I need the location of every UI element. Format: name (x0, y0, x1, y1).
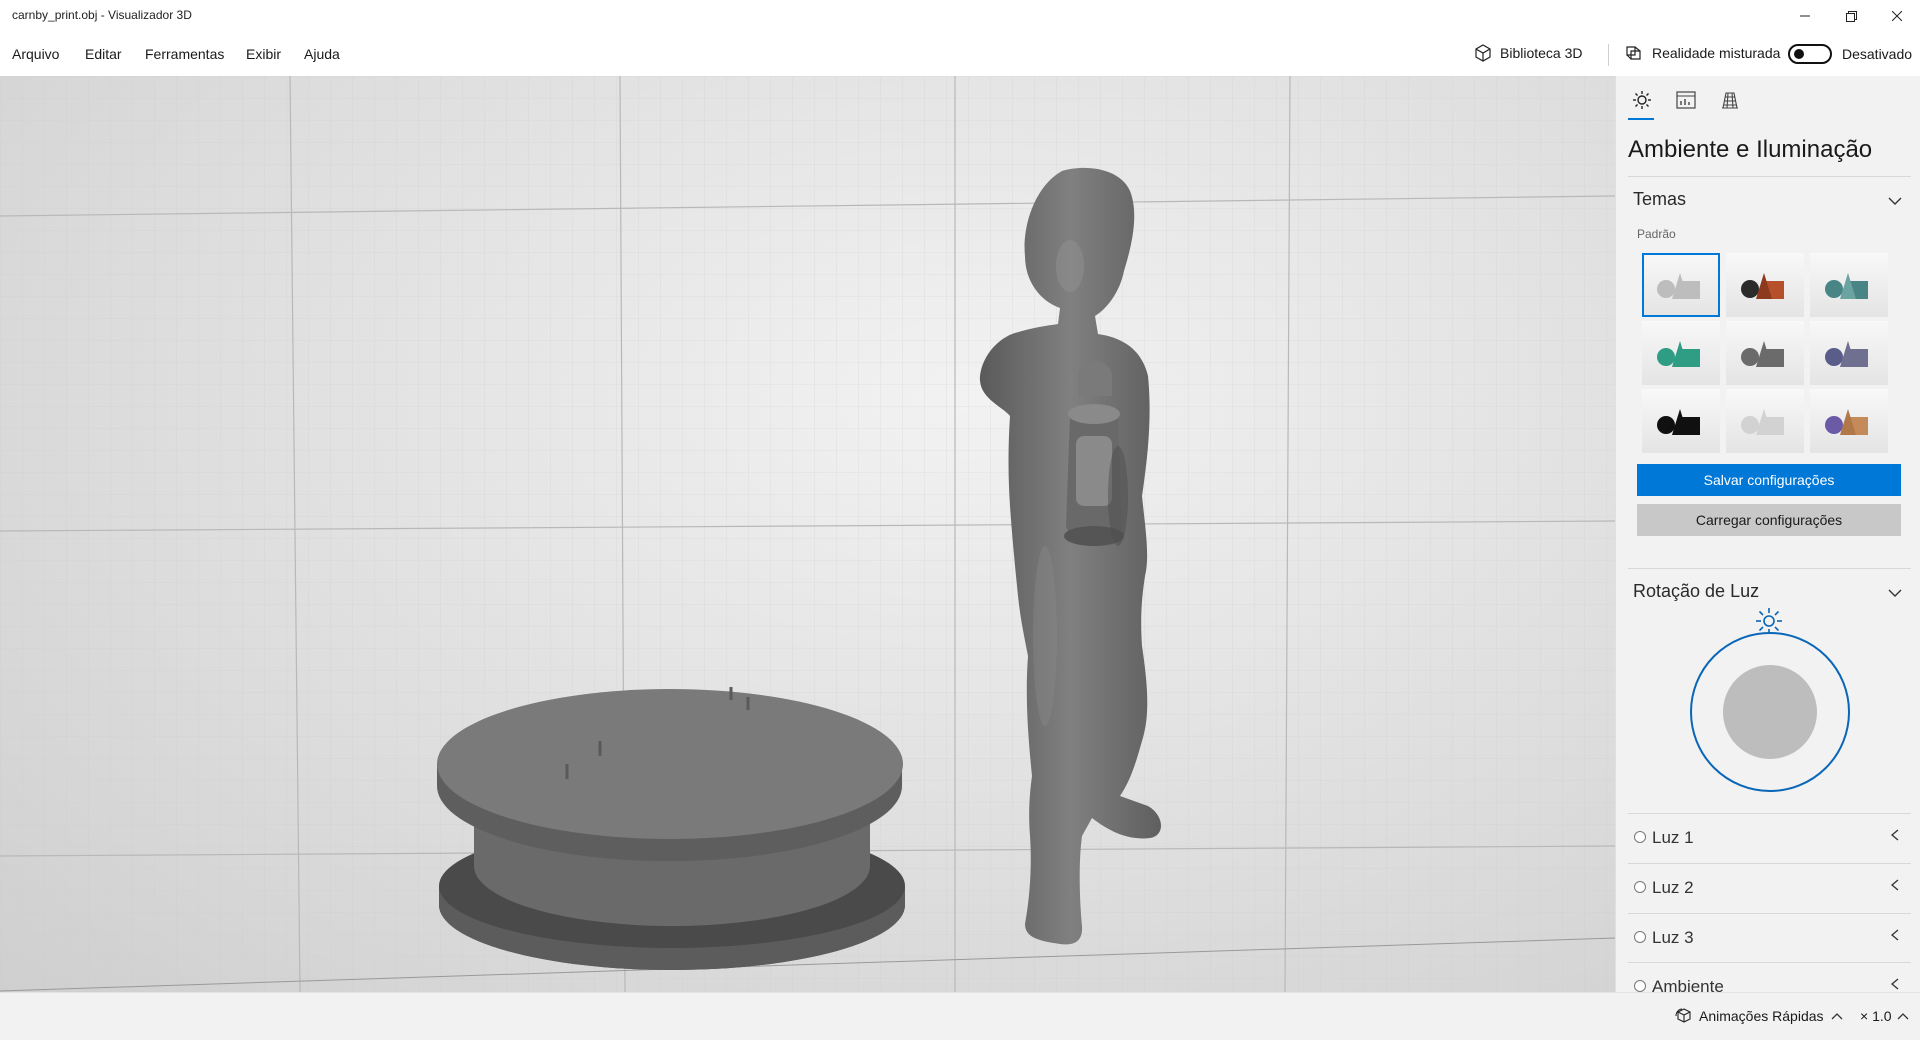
mixed-reality-toggle[interactable] (1788, 44, 1832, 64)
theme-swatch[interactable] (1642, 389, 1720, 453)
ambient-label: Ambiente (1652, 977, 1724, 992)
menu-arquivo[interactable]: Arquivo (12, 46, 59, 62)
environment-panel: Ambiente e Iluminação Temas Padrão Salva… (1615, 76, 1920, 992)
divider (1628, 568, 1911, 569)
minimize-icon (1800, 15, 1810, 17)
chevron-left-icon[interactable] (1888, 928, 1902, 942)
ambient-radio[interactable] (1634, 980, 1646, 992)
themes-sublabel: Padrão (1637, 227, 1676, 241)
mixed-reality-icon (1626, 46, 1641, 60)
menu-exibir[interactable]: Exibir (246, 46, 281, 62)
chevron-left-icon[interactable] (1888, 878, 1902, 892)
menu-ferramentas[interactable]: Ferramentas (145, 46, 224, 62)
toolbar-divider (1608, 44, 1609, 66)
minimize-button[interactable] (1782, 0, 1828, 32)
theme-grid (1642, 253, 1890, 453)
tab-environment[interactable] (1628, 86, 1656, 114)
animation-speed-button[interactable]: × 1.0 (1860, 1008, 1910, 1024)
mixed-reality-button[interactable]: Realidade misturada (1624, 44, 1780, 62)
theme-swatch[interactable] (1642, 253, 1720, 317)
animation-icon (1675, 1008, 1691, 1023)
theme-swatch[interactable] (1810, 321, 1888, 385)
load-settings-button[interactable]: Carregar configurações (1637, 504, 1901, 536)
chevron-down-icon[interactable] (1886, 192, 1904, 210)
window-title: carnby_print.obj - Visualizador 3D (12, 8, 192, 22)
save-settings-button[interactable]: Salvar configurações (1637, 464, 1901, 496)
light-2-label: Luz 2 (1652, 878, 1694, 897)
chevron-left-icon[interactable] (1888, 977, 1902, 991)
theme-preview-icon (1657, 409, 1700, 435)
theme-swatch[interactable] (1642, 321, 1720, 385)
menu-ajuda[interactable]: Ajuda (304, 46, 340, 62)
light-1-label: Luz 1 (1652, 828, 1694, 847)
light-rotation-section-header[interactable]: Rotação de Luz (1633, 581, 1759, 602)
theme-swatch[interactable] (1726, 321, 1804, 385)
light-1-radio[interactable] (1634, 831, 1646, 843)
restore-icon (1845, 10, 1857, 22)
theme-preview-icon (1657, 341, 1700, 367)
stats-icon (1676, 91, 1696, 109)
light-2-radio[interactable] (1634, 881, 1646, 893)
sun-icon (1633, 91, 1651, 109)
speed-label: × 1.0 (1860, 1008, 1892, 1024)
tab-stats[interactable] (1672, 86, 1700, 114)
theme-swatch[interactable] (1810, 389, 1888, 453)
theme-preview-icon (1741, 409, 1784, 435)
3d-viewport[interactable] (0, 76, 1615, 992)
light-row-3[interactable]: Luz 3 (1628, 913, 1911, 963)
theme-preview-icon (1825, 341, 1868, 367)
light-rotation-dial[interactable] (1690, 632, 1850, 792)
quick-animations-label: Animações Rápidas (1699, 1008, 1824, 1024)
close-button[interactable] (1874, 0, 1920, 32)
light-rotation-sphere (1723, 665, 1817, 759)
light-3-label: Luz 3 (1652, 928, 1694, 947)
theme-swatch[interactable] (1810, 253, 1888, 317)
chevron-up-icon (1831, 1013, 1842, 1020)
theme-preview-icon (1657, 273, 1700, 299)
tab-mesh[interactable] (1716, 86, 1744, 114)
themes-section-header[interactable]: Temas (1633, 189, 1686, 210)
restore-button[interactable] (1828, 0, 1874, 32)
toggle-knob (1794, 49, 1804, 59)
quick-animations-button[interactable]: Animações Rápidas (1675, 1008, 1850, 1024)
model-base (437, 687, 905, 970)
theme-swatch[interactable] (1726, 389, 1804, 453)
cube-icon (1475, 44, 1491, 62)
toggle-state-label: Desativado (1842, 46, 1913, 62)
status-bar: Animações Rápidas × 1.0 (0, 992, 1920, 1040)
scene-canvas (0, 76, 1615, 992)
theme-preview-icon (1825, 273, 1868, 299)
divider (1628, 176, 1911, 177)
mixed-reality-label: Realidade misturada (1652, 45, 1781, 61)
light-row-ambient[interactable]: Ambiente (1628, 962, 1911, 992)
close-icon (1892, 11, 1902, 21)
menu-editar[interactable]: Editar (85, 46, 122, 62)
light-3-radio[interactable] (1634, 931, 1646, 943)
title-bar: carnby_print.obj - Visualizador 3D (0, 0, 1920, 32)
chevron-down-icon[interactable] (1886, 584, 1904, 602)
light-row-1[interactable]: Luz 1 (1628, 813, 1911, 863)
menu-bar: Arquivo Editar Ferramentas Exibir Ajuda … (0, 32, 1920, 76)
library-3d-label: Biblioteca 3D (1500, 45, 1583, 61)
theme-preview-icon (1741, 341, 1784, 367)
active-tab-indicator (1628, 118, 1654, 120)
theme-preview-icon (1741, 273, 1784, 299)
panel-title: Ambiente e Iluminação (1628, 136, 1873, 163)
light-row-2[interactable]: Luz 2 (1628, 863, 1911, 913)
chevron-left-icon[interactable] (1888, 828, 1902, 842)
theme-preview-icon (1825, 409, 1868, 435)
library-3d-button[interactable]: Biblioteca 3D (1474, 44, 1583, 62)
theme-swatch[interactable] (1726, 253, 1804, 317)
grid-icon (1722, 92, 1738, 109)
chevron-up-icon (1897, 1013, 1908, 1020)
